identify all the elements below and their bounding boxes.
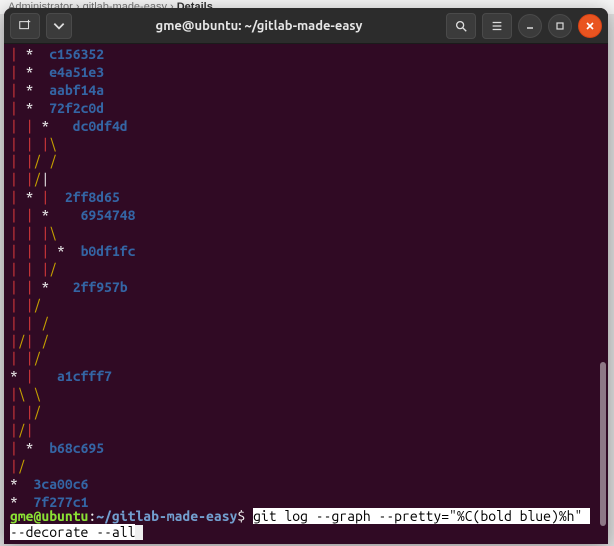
log-line: | | /: [10, 315, 602, 333]
maximize-icon: [555, 21, 565, 31]
command-text-cont: --decorate --all: [10, 524, 135, 540]
log-line: | * c156352: [10, 46, 602, 64]
terminal-window: gme@ubuntu: ~/gitlab-made-easy | * c1563…: [4, 8, 608, 544]
log-line: | * aabf14a: [10, 82, 602, 100]
scrollbar-thumb[interactable]: [600, 362, 606, 526]
minimize-icon: [525, 21, 535, 31]
close-icon: [585, 21, 595, 31]
log-line: |\ \: [10, 386, 602, 404]
log-line: | | * 2ff957b: [10, 279, 602, 297]
maximize-button[interactable]: [548, 14, 572, 38]
log-line: | | |\: [10, 136, 602, 154]
log-line: | * 72f2c0d: [10, 100, 602, 118]
log-line: * 3ca00c6: [10, 476, 602, 494]
close-button[interactable]: [578, 14, 602, 38]
new-tab-button[interactable]: [10, 13, 40, 39]
chevron-down-icon: [52, 19, 66, 33]
search-icon: [454, 19, 468, 33]
log-line: | | * 6954748: [10, 207, 602, 225]
log-line: * | a1cfff7: [10, 368, 602, 386]
log-line: | |/: [10, 404, 602, 422]
menu-button[interactable]: [482, 13, 512, 39]
hamburger-icon: [490, 19, 504, 33]
window-title: gme@ubuntu: ~/gitlab-made-easy: [78, 19, 440, 33]
log-line: | | |\: [10, 225, 602, 243]
log-line: | | * dc0df4d: [10, 118, 602, 136]
log-line: | * | 2ff8d65: [10, 189, 602, 207]
terminal-plus-icon: [18, 19, 32, 33]
cursor: [135, 525, 143, 540]
log-line: | | | * b0df1fc: [10, 243, 602, 261]
log-line: | |/ /: [10, 153, 602, 171]
log-line: |/| /: [10, 333, 602, 351]
prompt-user: gme@ubuntu: [10, 508, 88, 524]
scrollbar-track[interactable]: [598, 44, 608, 520]
log-line: | |/|: [10, 171, 602, 189]
command-text: git log --graph --pretty="%C(bold blue)%…: [253, 508, 590, 524]
tab-dropdown-button[interactable]: [46, 13, 72, 39]
log-line: |/|: [10, 422, 602, 440]
log-line: | |/: [10, 297, 602, 315]
log-line: | | |/: [10, 261, 602, 279]
log-line: | * b68c695: [10, 440, 602, 458]
log-line: | * e4a51e3: [10, 64, 602, 82]
log-line: |/: [10, 458, 602, 476]
minimize-button[interactable]: [518, 14, 542, 38]
prompt-path: ~/gitlab-made-easy: [96, 508, 237, 524]
titlebar: gme@ubuntu: ~/gitlab-made-easy: [4, 8, 608, 44]
log-line: * 7f277c1: [10, 494, 602, 508]
prompt-line[interactable]: gme@ubuntu:~/gitlab-made-easy$ git log -…: [4, 508, 608, 544]
terminal-output[interactable]: | * c156352| * e4a51e3| * aabf14a| * 72f…: [4, 44, 608, 508]
search-button[interactable]: [446, 13, 476, 39]
log-line: | |/: [10, 350, 602, 368]
